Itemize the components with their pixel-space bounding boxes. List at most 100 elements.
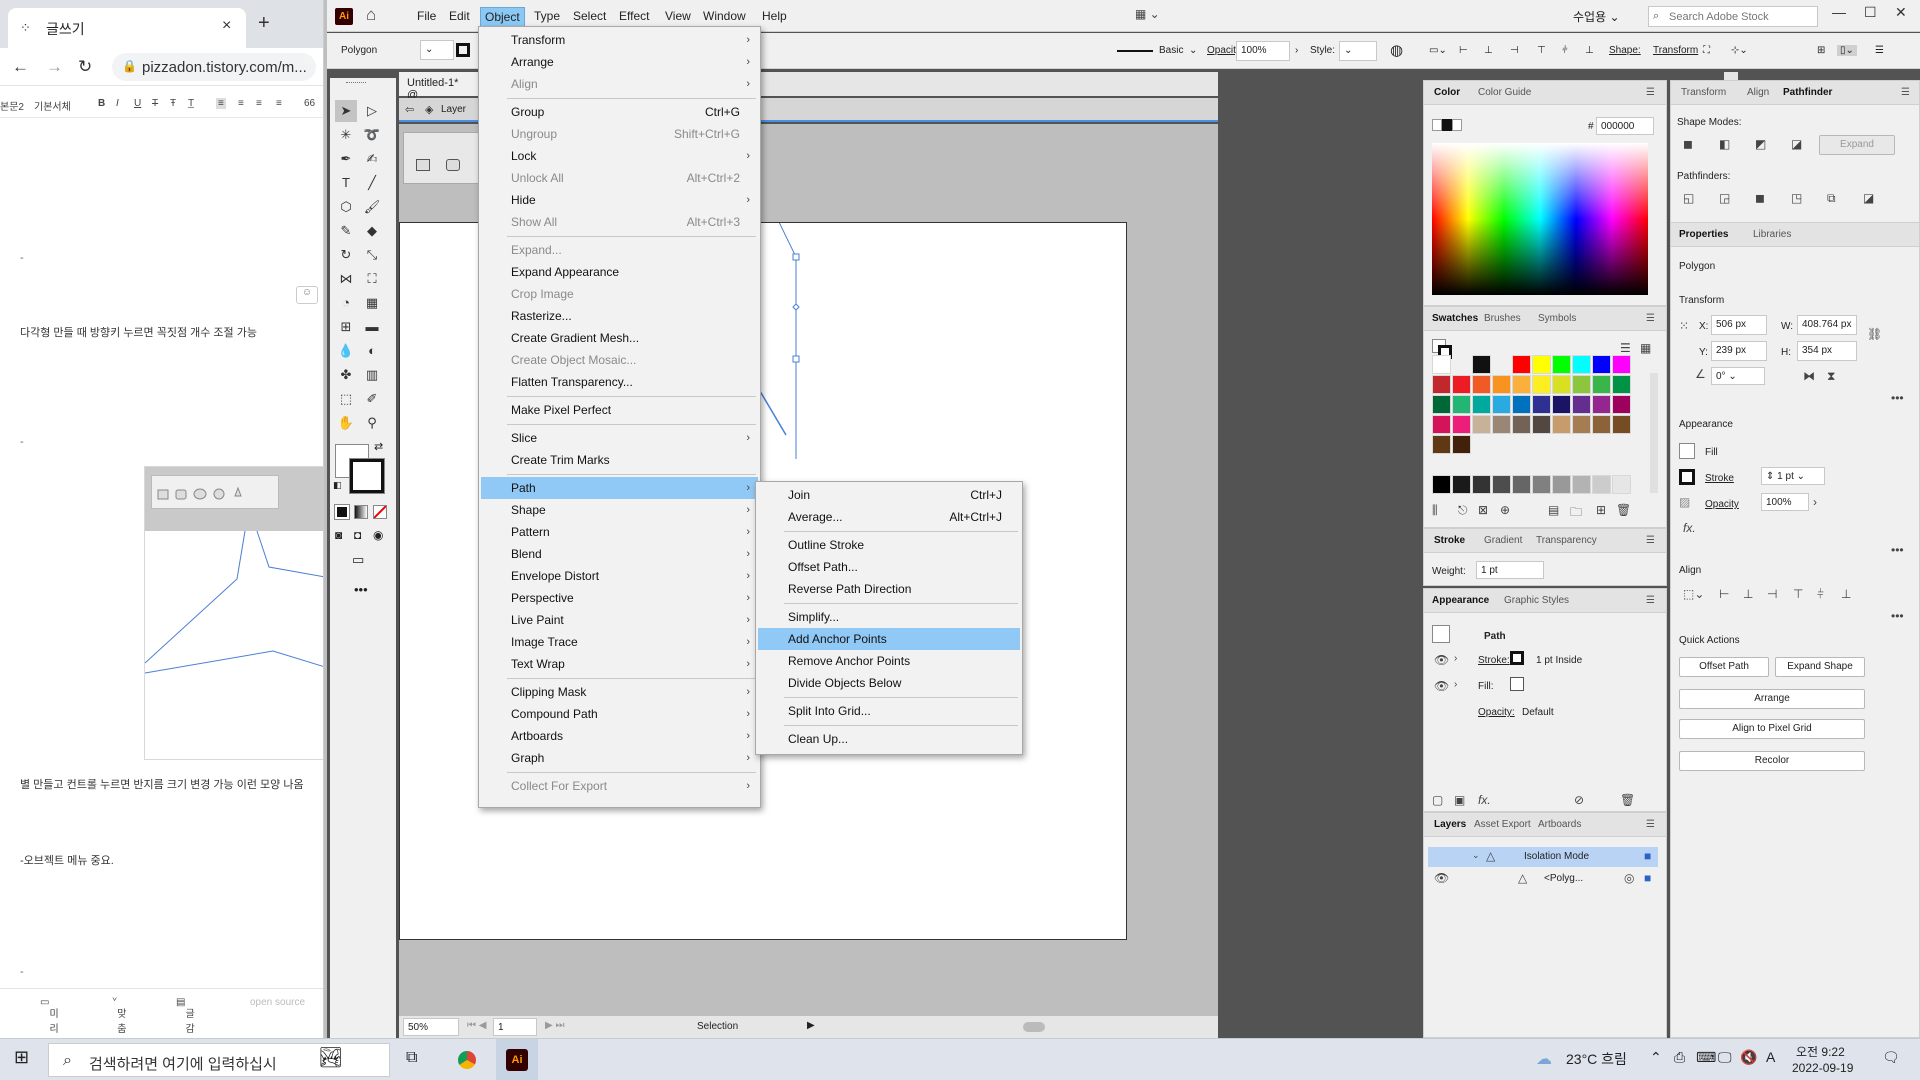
- stock-search-input[interactable]: ⌕ Search Adobe Stock: [1648, 6, 1818, 27]
- menu-window[interactable]: Window: [699, 7, 750, 25]
- appearance-opacity-label[interactable]: Opacity:: [1478, 707, 1515, 718]
- panel-menu-icon[interactable]: ☰: [1646, 535, 1655, 546]
- y-input[interactable]: 239 px: [1711, 341, 1767, 361]
- chrome-taskbar-icon[interactable]: [452, 1045, 482, 1075]
- menu-item-transform[interactable]: Transform ›: [481, 29, 758, 51]
- document-tab[interactable]: Untitled-1* @: [399, 72, 479, 101]
- menu-item-rasterize[interactable]: Rasterize...: [481, 305, 758, 327]
- panel-menu-icon[interactable]: ☰: [1646, 819, 1655, 830]
- line-tool-icon[interactable]: ╱: [361, 172, 383, 194]
- first-artboard-icon[interactable]: ⏮ ◀: [467, 1020, 486, 1031]
- menu-item-crop-image[interactable]: Crop Image: [481, 283, 758, 305]
- stroke-weight-input[interactable]: ⇕ 1 pt ⌄: [1761, 467, 1825, 485]
- menu-item-perspective[interactable]: Perspective ›: [481, 587, 758, 609]
- align-right-icon[interactable]: ≡: [256, 98, 262, 109]
- align-to-icon[interactable]: ⬚⌄: [1683, 587, 1704, 601]
- width-tool-icon[interactable]: ⋈: [335, 268, 357, 290]
- h-input[interactable]: 354 px: [1797, 341, 1857, 361]
- menu-effect[interactable]: Effect: [615, 7, 653, 25]
- menu-item-clipping-mask[interactable]: Clipping Mask ›: [481, 681, 758, 703]
- menu-item-envelope-distort[interactable]: Envelope Distort ›: [481, 565, 758, 587]
- tab-brushes[interactable]: Brushes: [1484, 313, 1521, 324]
- hand-tool-icon[interactable]: ✋: [335, 412, 357, 434]
- appearance-fill-label[interactable]: Fill:: [1478, 681, 1494, 692]
- menu-item-graph[interactable]: Graph ›: [481, 747, 758, 769]
- color-swatch[interactable]: [1452, 395, 1471, 414]
- maximize-button[interactable]: ☐: [1864, 4, 1877, 21]
- add-fill-icon[interactable]: ▣: [1454, 793, 1465, 807]
- color-swatch[interactable]: [1452, 415, 1471, 434]
- tab-transform[interactable]: Transform: [1681, 87, 1726, 98]
- fx-icon[interactable]: fx.: [1683, 521, 1696, 535]
- outline-icon[interactable]: ⧉: [1827, 191, 1836, 206]
- divide-icon[interactable]: ◱: [1683, 191, 1694, 205]
- menu-item-reverse-path-direction[interactable]: Reverse Path Direction: [758, 578, 1020, 600]
- volume-muted-icon[interactable]: 🔇: [1740, 1049, 1757, 1066]
- menu-item-expand-appearance[interactable]: Expand Appearance: [481, 261, 758, 283]
- gray-swatch[interactable]: [1612, 475, 1631, 494]
- more-options-icon[interactable]: •••: [1891, 609, 1904, 623]
- add-effect-icon[interactable]: fx.: [1478, 793, 1491, 807]
- back-icon[interactable]: ←: [12, 57, 29, 77]
- address-bar[interactable]: 🔒 pizzadon.tistory.com/m...: [112, 53, 316, 81]
- align-vcenter-icon[interactable]: ⫩: [1817, 587, 1824, 602]
- menu-item-pattern[interactable]: Pattern ›: [481, 521, 758, 543]
- color-swatch[interactable]: [1512, 355, 1531, 374]
- expand-shape-button[interactable]: Expand Shape: [1775, 657, 1865, 677]
- appearance-stroke-label[interactable]: Stroke:: [1478, 655, 1510, 666]
- close-button[interactable]: ✕: [1895, 4, 1907, 21]
- color-swatch[interactable]: [1532, 355, 1551, 374]
- column-graph-tool-icon[interactable]: ▥: [361, 364, 383, 386]
- layer-row-isolation[interactable]: ⌄ △ Isolation Mode ■: [1428, 847, 1658, 867]
- trim-icon[interactable]: ◲: [1719, 191, 1730, 205]
- color-mode-icon[interactable]: [334, 504, 350, 520]
- color-swatch[interactable]: [1452, 435, 1471, 454]
- workspace-layout-icon[interactable]: ▯⌄: [1837, 45, 1857, 56]
- clock-time[interactable]: 오전 9:22: [1796, 1043, 1845, 1060]
- menu-item-create-trim-marks[interactable]: Create Trim Marks: [481, 449, 758, 471]
- menu-view[interactable]: View: [661, 7, 695, 25]
- italic-button[interactable]: I: [116, 98, 119, 109]
- puppet-warp-icon[interactable]: ⊹⌄: [1731, 45, 1748, 56]
- artboard-number-input[interactable]: 1: [493, 1018, 537, 1036]
- recolor-button[interactable]: Recolor: [1679, 751, 1865, 771]
- reference-point-icon[interactable]: ⁙: [1679, 319, 1689, 333]
- menu-item-split-into-grid[interactable]: Split Into Grid...: [758, 700, 1020, 722]
- menu-item-lock[interactable]: Lock ›: [481, 145, 758, 167]
- forward-icon[interactable]: →: [46, 57, 63, 77]
- color-swatch[interactable]: [1472, 395, 1491, 414]
- minus-back-icon[interactable]: ◪: [1863, 191, 1874, 205]
- isolate-object-icon[interactable]: ⛶: [1703, 45, 1710, 56]
- color-swatch[interactable]: [1592, 395, 1611, 414]
- align-center-icon[interactable]: ≡: [238, 98, 244, 109]
- pen-tool-icon[interactable]: ✒: [335, 148, 357, 170]
- selection-tool-icon[interactable]: ➤: [335, 100, 357, 122]
- shape-label[interactable]: Shape:: [1609, 45, 1641, 56]
- menu-item-simplify[interactable]: Simplify...: [758, 606, 1020, 628]
- rotate-tool-icon[interactable]: ↻: [335, 244, 357, 266]
- tab-asset-export[interactable]: Asset Export: [1474, 819, 1531, 830]
- menu-object[interactable]: Object: [480, 7, 525, 27]
- color-swatch[interactable]: [1512, 375, 1531, 394]
- color-swatch[interactable]: [1472, 415, 1491, 434]
- perspective-grid-tool-icon[interactable]: ▦: [361, 292, 383, 314]
- align-right-icon[interactable]: ⊣: [1767, 587, 1777, 601]
- graphic-style-dropdown[interactable]: ⌄: [1339, 41, 1377, 61]
- align-right-icon[interactable]: ⊣: [1510, 45, 1519, 56]
- color-swatch[interactable]: [1552, 355, 1571, 374]
- align-left-icon[interactable]: ⊢: [1459, 45, 1468, 56]
- gradient-mode-icon[interactable]: [354, 505, 368, 519]
- menu-item-collect-for-export[interactable]: Collect For Export ›: [481, 775, 758, 797]
- stroke-color-swatch[interactable]: [456, 43, 470, 57]
- tab-color[interactable]: Color: [1434, 87, 1460, 98]
- appearance-stroke-value[interactable]: 1 pt Inside: [1536, 655, 1582, 666]
- menu-item-arrange[interactable]: Arrange ›: [481, 51, 758, 73]
- chevron-right-icon[interactable]: ›: [1813, 495, 1817, 509]
- color-swatch[interactable]: [1572, 415, 1591, 434]
- color-swatch[interactable]: [1552, 395, 1571, 414]
- tab-transparency[interactable]: Transparency: [1536, 535, 1597, 546]
- preview-button[interactable]: ▭ 미리보기: [40, 997, 59, 1035]
- none-swatch[interactable]: [1432, 119, 1442, 131]
- menu-item-path[interactable]: Path ›: [481, 477, 758, 499]
- black-swatch[interactable]: [1442, 119, 1452, 131]
